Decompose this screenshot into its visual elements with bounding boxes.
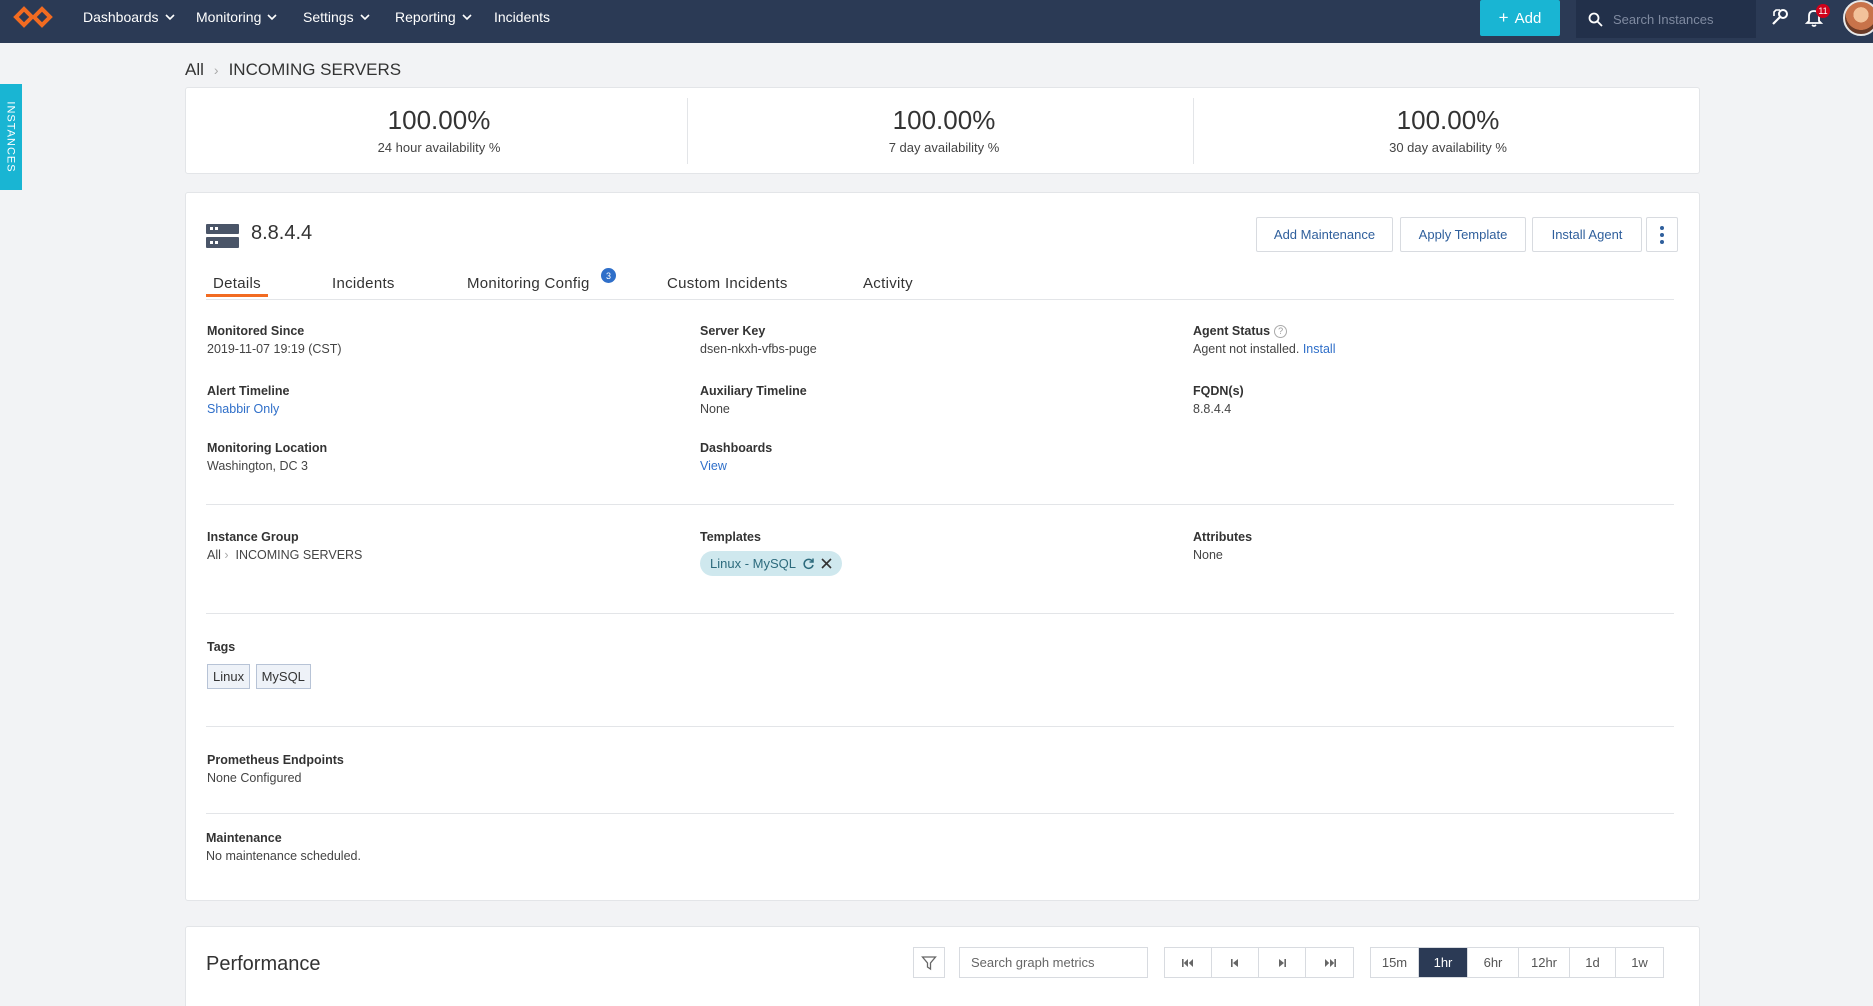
plus-icon: + bbox=[1498, 8, 1509, 27]
add-button[interactable]: + Add bbox=[1480, 0, 1560, 36]
divider bbox=[1193, 98, 1194, 164]
help-icon[interactable]: ? bbox=[1274, 325, 1288, 339]
nav-reporting[interactable]: Reporting bbox=[395, 8, 472, 26]
search-icon bbox=[1588, 12, 1603, 27]
instance-details-card: 8.8.4.4 Add Maintenance Apply Template I… bbox=[185, 192, 1700, 901]
breadcrumb: All › INCOMING SERVERS bbox=[185, 60, 401, 80]
performance-title: Performance bbox=[206, 953, 321, 975]
nav-dashboards[interactable]: Dashboards bbox=[83, 8, 175, 26]
tab-custom-incidents[interactable]: Custom Incidents bbox=[667, 275, 788, 292]
performance-card: Performance 15m 1hr 6hr 12hr 1d 1w bbox=[185, 926, 1700, 1006]
skip-to-start-icon bbox=[1182, 958, 1193, 967]
notification-badge: 11 bbox=[1816, 4, 1830, 18]
tab-incidents[interactable]: Incidents bbox=[332, 275, 395, 292]
breadcrumb-root[interactable]: All bbox=[185, 60, 204, 80]
divider bbox=[206, 813, 1674, 814]
divider bbox=[206, 504, 1674, 505]
divider bbox=[206, 726, 1674, 727]
nav-monitoring[interactable]: Monitoring bbox=[196, 8, 277, 26]
maintenance: Maintenance No maintenance scheduled. bbox=[206, 831, 361, 863]
skip-to-end-icon bbox=[1324, 958, 1336, 967]
monitored-since: Monitored Since 2019-11-07 19:19 (CST) bbox=[207, 324, 342, 356]
chevron-down-icon bbox=[164, 14, 175, 21]
dashboards-view-link[interactable]: View bbox=[700, 459, 772, 473]
divider bbox=[206, 613, 1674, 614]
templates: Templates Linux - MySQL bbox=[700, 530, 842, 576]
prometheus-endpoints: Prometheus Endpoints None Configured bbox=[207, 753, 344, 785]
wrench-icon[interactable] bbox=[1769, 6, 1791, 28]
step-back-icon bbox=[1231, 958, 1238, 967]
filter-button[interactable] bbox=[913, 947, 945, 978]
filter-icon bbox=[921, 955, 937, 970]
availability-card: 100.00% 24 hour availability % 100.00% 7… bbox=[185, 87, 1700, 174]
top-navbar: Dashboards Monitoring Settings Reporting… bbox=[0, 0, 1873, 43]
avatar[interactable] bbox=[1843, 0, 1873, 36]
apply-template-button[interactable]: Apply Template bbox=[1400, 217, 1526, 252]
chevron-down-icon bbox=[267, 14, 277, 21]
nav-incidents[interactable]: Incidents bbox=[494, 8, 550, 26]
install-agent-button[interactable]: Install Agent bbox=[1532, 217, 1642, 252]
more-options-icon[interactable] bbox=[1646, 217, 1678, 252]
breadcrumb-current: INCOMING SERVERS bbox=[228, 60, 402, 79]
server-icon bbox=[206, 224, 239, 248]
divider bbox=[687, 98, 688, 164]
chevron-right-icon: › bbox=[213, 62, 219, 78]
alert-timeline-link[interactable]: Shabbir Only bbox=[207, 402, 289, 416]
tab-activity[interactable]: Activity bbox=[863, 275, 913, 292]
step-back-button[interactable] bbox=[1212, 948, 1259, 977]
auxiliary-timeline: Auxiliary Timeline None bbox=[700, 384, 807, 416]
tabs-divider bbox=[206, 299, 1674, 300]
range-1hr[interactable]: 1hr bbox=[1419, 948, 1468, 977]
nav-settings[interactable]: Settings bbox=[303, 8, 370, 26]
install-agent-link[interactable]: Install bbox=[1303, 342, 1336, 356]
attributes: Attributes None bbox=[1193, 530, 1253, 562]
chevron-right-icon: › bbox=[224, 548, 229, 562]
time-range-selector: 15m 1hr 6hr 12hr 1d 1w bbox=[1370, 947, 1664, 978]
template-chip[interactable]: Linux - MySQL bbox=[700, 551, 842, 576]
metric-search-input[interactable] bbox=[959, 947, 1148, 978]
availability-24h: 100.00% 24 hour availability % bbox=[377, 105, 501, 155]
server-key: Server Key dsen-nkxh-vfbs-puge bbox=[700, 324, 817, 356]
monitoring-location: Monitoring Location Washington, DC 3 bbox=[207, 441, 328, 473]
refresh-icon[interactable] bbox=[802, 557, 815, 570]
logo-icon[interactable] bbox=[12, 4, 54, 30]
step-forward-button[interactable] bbox=[1259, 948, 1306, 977]
tag-chip[interactable]: MySQL bbox=[255, 664, 311, 689]
range-1w[interactable]: 1w bbox=[1616, 948, 1663, 977]
instance-group-root-link[interactable]: All bbox=[207, 548, 221, 562]
alert-timeline: Alert Timeline Shabbir Only bbox=[207, 384, 290, 416]
tab-details[interactable]: Details bbox=[206, 275, 268, 297]
instances-side-tab[interactable]: INSTANCES bbox=[0, 84, 22, 190]
skip-to-end-button[interactable] bbox=[1306, 948, 1353, 977]
chevron-down-icon bbox=[360, 14, 370, 21]
step-forward-icon bbox=[1279, 958, 1286, 967]
availability-30d: 100.00% 30 day availability % bbox=[1389, 105, 1507, 155]
close-icon[interactable] bbox=[821, 558, 832, 569]
tag-chip[interactable]: Linux bbox=[207, 664, 251, 689]
skip-to-start-button[interactable] bbox=[1165, 948, 1212, 977]
availability-7d: 100.00% 7 day availability % bbox=[888, 105, 1000, 155]
monitoring-config-badge: 3 bbox=[601, 268, 616, 283]
range-12hr[interactable]: 12hr bbox=[1519, 948, 1570, 977]
instance-group-name[interactable]: INCOMING SERVERS bbox=[236, 548, 363, 562]
instance-group: Instance Group All › INCOMING SERVERS bbox=[207, 530, 363, 562]
tags: Tags Linux MySQL bbox=[207, 640, 313, 689]
fqdn: FQDN(s) 8.8.4.4 bbox=[1193, 384, 1244, 416]
range-1d[interactable]: 1d bbox=[1570, 948, 1616, 977]
range-15m[interactable]: 15m bbox=[1371, 948, 1419, 977]
agent-status: Agent Status? Agent not installed. Insta… bbox=[1193, 324, 1336, 357]
add-maintenance-button[interactable]: Add Maintenance bbox=[1256, 217, 1393, 252]
chevron-down-icon bbox=[462, 14, 472, 21]
tab-monitoring-config[interactable]: Monitoring Config bbox=[467, 275, 590, 292]
dashboards: Dashboards View bbox=[700, 441, 773, 473]
instance-title: 8.8.4.4 bbox=[251, 222, 313, 244]
search-input[interactable] bbox=[1613, 11, 1753, 27]
playback-controls bbox=[1164, 947, 1354, 978]
range-6hr[interactable]: 6hr bbox=[1468, 948, 1519, 977]
instance-search bbox=[1576, 0, 1756, 38]
